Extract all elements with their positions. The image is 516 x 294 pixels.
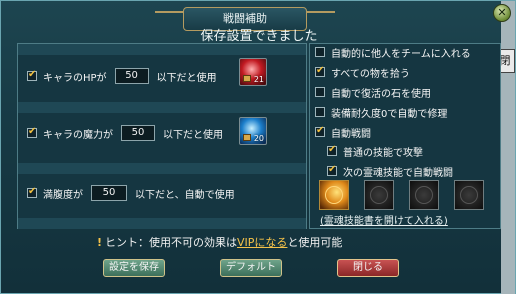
hunger-suffix: 以下だと、自動で使用 (135, 189, 235, 201)
panel-stripe (18, 102, 306, 113)
option-pickup-all: すべての物を拾う (315, 63, 410, 81)
auto-revive-checkbox[interactable] (315, 87, 325, 97)
empty-slot-icon[interactable] (409, 180, 439, 210)
hunger-threshold-input[interactable]: 50 (91, 185, 127, 201)
hp-potion-slot[interactable]: 21 (239, 58, 267, 86)
empty-slot-icon[interactable] (454, 180, 484, 210)
combat-assist-dialog: 閉 戦闘補助 ✕ 保存設置できました キャラのHPが 50 以下だと使用 21 … (0, 0, 516, 294)
slot-ring (460, 186, 478, 204)
option-soul-skill: 次の霊魂技能で自動戦闘 (327, 162, 453, 180)
option-auto-repair: 装備耐久度0で自動で修理 (315, 103, 447, 121)
exclamation-icon: ! (97, 236, 103, 249)
slot-ring (370, 186, 388, 204)
close-icon[interactable]: ✕ (493, 4, 511, 22)
mp-row: キャラの魔力が 50 以下だと使用 (27, 123, 223, 143)
hp-suffix: 以下だと使用 (156, 72, 217, 84)
option-auto-combat: 自動戦闘 (315, 123, 371, 141)
empty-slot-icon[interactable] (364, 180, 394, 210)
mp-label: キャラの魔力が (43, 129, 113, 141)
auto-invite-checkbox[interactable] (315, 47, 325, 57)
slot-ring (325, 186, 343, 204)
open-soul-skill-book-link[interactable]: (霊魂技能書を開けて入れる) (320, 212, 448, 227)
hint-prefix: ヒント：使用不可の効果は (105, 236, 238, 249)
lock-icon (243, 75, 251, 82)
flame-skill-icon[interactable] (319, 180, 349, 210)
hp-checkbox[interactable] (27, 69, 37, 81)
hp-potion-count: 21 (253, 75, 264, 84)
option-normal-skill: 普通の技能で攻撃 (327, 142, 423, 160)
panel-stripe (18, 163, 306, 174)
mp-potion-slot[interactable]: 20 (239, 117, 267, 145)
soul-skill-checkbox[interactable] (327, 164, 337, 176)
hp-label: キャラのHPが (43, 72, 107, 84)
hint-suffix: と使用可能 (287, 236, 343, 249)
option-auto-revive: 自動で復活の石を使用 (315, 83, 431, 101)
hunger-row: 満腹度が 50 以下だと、自動で使用 (27, 183, 235, 203)
option-label: 自動戦闘 (331, 128, 371, 140)
option-label: 自動的に他人をチームに入れる (331, 48, 471, 60)
mp-checkbox[interactable] (27, 126, 37, 138)
normal-skill-checkbox[interactable] (327, 144, 337, 156)
auto-combat-checkbox[interactable] (315, 125, 325, 137)
option-label: すべての物を拾う (331, 68, 410, 80)
background-window-edge (501, 1, 515, 294)
lock-icon (243, 134, 251, 141)
hp-threshold-input[interactable]: 50 (114, 68, 149, 84)
hunger-label: 満腹度が (43, 189, 83, 201)
option-label: 普通の技能で攻撃 (343, 147, 423, 159)
vip-link[interactable]: VIPになる (237, 236, 287, 249)
hp-row: キャラのHPが 50 以下だと使用 (27, 66, 217, 86)
mp-threshold-input[interactable]: 50 (121, 125, 155, 141)
mp-potion-count: 20 (253, 134, 264, 143)
close-button[interactable]: 閉じる (337, 259, 399, 277)
option-label: 自動で復活の石を使用 (331, 88, 431, 100)
panel-stripe (18, 218, 306, 229)
hint-text: ! ヒント：使用不可の効果はVIPになると使用可能 (97, 234, 342, 250)
option-auto-invite: 自動的に他人をチームに入れる (315, 43, 471, 61)
slot-ring (415, 186, 433, 204)
title-ornament-right (307, 11, 335, 21)
panel-stripe (18, 44, 306, 55)
default-button[interactable]: デフォルト (220, 259, 282, 277)
hunger-checkbox[interactable] (27, 186, 37, 198)
mp-suffix: 以下だと使用 (163, 129, 223, 141)
option-label: 次の霊魂技能で自動戦闘 (343, 167, 453, 179)
option-label: 装備耐久度0で自動で修理 (331, 108, 448, 120)
title-ornament-left (155, 11, 183, 21)
pickup-all-checkbox[interactable] (315, 65, 325, 77)
auto-repair-checkbox[interactable] (315, 107, 325, 117)
save-settings-button[interactable]: 設定を保存 (103, 259, 165, 277)
saved-message: 保存設置できました (200, 29, 318, 44)
